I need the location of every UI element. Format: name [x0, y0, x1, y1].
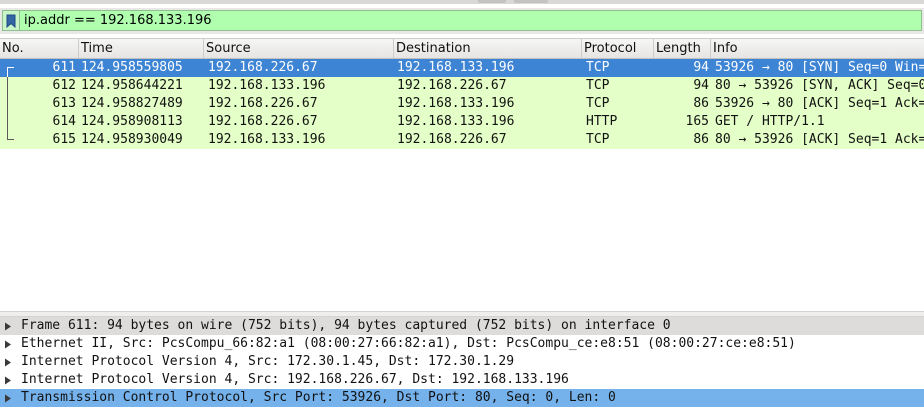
triangle-right-icon[interactable]: [2, 392, 14, 404]
detail-text: Frame 611: 94 bytes on wire (752 bits), …: [21, 318, 671, 333]
packet-length: 94: [693, 78, 709, 93]
column-header-length[interactable]: Length: [654, 39, 711, 58]
column-header-source[interactable]: Source: [204, 39, 394, 58]
detail-row-ipv4-inner[interactable]: Internet Protocol Version 4, Src: 192.16…: [0, 371, 924, 389]
packet-protocol: TCP: [586, 96, 610, 111]
packet-protocol: HTTP: [586, 114, 618, 129]
toolbar-button-edge: [514, 0, 548, 3]
toolbar-button-edge: [478, 0, 506, 3]
packet-info: GET / HTTP/1.1: [715, 114, 825, 129]
detail-text: Internet Protocol Version 4, Src: 172.30…: [21, 354, 515, 369]
packet-list: 611 124.958559805 192.168.226.67 192.168…: [0, 59, 924, 311]
packet-length: 86: [693, 132, 709, 147]
detail-text: Internet Protocol Version 4, Src: 192.16…: [21, 372, 569, 387]
packet-time: 124.958930049: [81, 132, 183, 147]
packet-source: 192.168.133.196: [208, 132, 326, 147]
column-header-time[interactable]: Time: [79, 39, 204, 58]
packet-row-selected[interactable]: 611 124.958559805 192.168.226.67 192.168…: [0, 59, 924, 77]
packet-protocol: TCP: [586, 60, 610, 75]
packet-protocol: TCP: [586, 132, 610, 147]
packet-no: 614: [52, 114, 76, 129]
conversation-tree-line: [7, 67, 14, 68]
triangle-right-icon[interactable]: [2, 338, 14, 350]
packet-length: 94: [693, 60, 709, 75]
packet-row[interactable]: 613 124.958827489 192.168.226.67 192.168…: [0, 95, 924, 113]
triangle-right-icon[interactable]: [2, 374, 14, 386]
packet-destination: 192.168.133.196: [397, 114, 515, 129]
packet-row[interactable]: 612 124.958644221 192.168.133.196 192.16…: [0, 77, 924, 95]
column-header-protocol[interactable]: Protocol: [582, 39, 654, 58]
triangle-right-icon[interactable]: [2, 356, 14, 368]
packet-source: 192.168.226.67: [208, 96, 318, 111]
packet-length: 165: [685, 114, 709, 129]
conversation-tree-line: [7, 95, 8, 113]
conversation-tree-line: [7, 77, 8, 95]
conversation-tree-line: [7, 67, 8, 77]
packet-info: 53926 → 80 [ACK] Seq=1 Ack=1: [715, 96, 924, 111]
packet-time: 124.958644221: [81, 78, 183, 93]
packet-info: 80 → 53926 [SYN, ACK] Seq=0 Ack=1: [715, 78, 924, 93]
packet-destination: 192.168.133.196: [397, 96, 515, 111]
packet-row[interactable]: 615 124.958930049 192.168.133.196 192.16…: [0, 131, 924, 149]
packet-row[interactable]: 614 124.958908113 192.168.226.67 192.168…: [0, 113, 924, 131]
packet-info: 53926 → 80 [SYN] Seq=0 Win=29200 Len=0: [715, 60, 924, 75]
packet-destination: 192.168.226.67: [397, 78, 507, 93]
detail-row-frame[interactable]: Frame 611: 94 bytes on wire (752 bits), …: [0, 317, 924, 335]
detail-row-ethernet[interactable]: Ethernet II, Src: PcsCompu_66:82:a1 (08:…: [0, 335, 924, 353]
detail-text: Ethernet II, Src: PcsCompu_66:82:a1 (08:…: [21, 336, 796, 351]
packet-source: 192.168.226.67: [208, 114, 318, 129]
packet-destination: 192.168.133.196: [397, 60, 515, 75]
conversation-tree-line: [7, 139, 14, 140]
triangle-right-icon[interactable]: [2, 320, 14, 332]
column-header-info[interactable]: Info: [711, 39, 924, 58]
packet-no: 611: [52, 60, 76, 75]
window-top-edge: [0, 0, 924, 4]
detail-text: Transmission Control Protocol, Src Port:…: [21, 390, 616, 405]
bookmark-icon[interactable]: [3, 11, 20, 30]
packet-protocol: TCP: [586, 78, 610, 93]
packet-no: 613: [52, 96, 76, 111]
packet-list-header: No. Time Source Destination Protocol Len…: [0, 38, 924, 59]
packet-no: 615: [52, 132, 76, 147]
packet-info: 80 → 53926 [ACK] Seq=1 Ack=80: [715, 132, 924, 147]
detail-row-ipv4-outer[interactable]: Internet Protocol Version 4, Src: 172.30…: [0, 353, 924, 371]
conversation-tree-line: [7, 113, 8, 131]
packet-destination: 192.168.226.67: [397, 132, 507, 147]
packet-length: 86: [693, 96, 709, 111]
packet-time: 124.958559805: [81, 60, 183, 75]
packet-source: 192.168.133.196: [208, 78, 326, 93]
packet-source: 192.168.226.67: [208, 60, 318, 75]
detail-row-tcp[interactable]: Transmission Control Protocol, Src Port:…: [0, 389, 924, 407]
column-header-no[interactable]: No.: [0, 39, 79, 58]
display-filter-field: [2, 10, 922, 31]
display-filter-toolbar: [0, 8, 924, 34]
packet-time: 124.958827489: [81, 96, 183, 111]
column-header-destination[interactable]: Destination: [394, 39, 582, 58]
packet-time: 124.958908113: [81, 114, 183, 129]
packet-details-pane: Frame 611: 94 bytes on wire (752 bits), …: [0, 317, 924, 414]
display-filter-input[interactable]: [20, 11, 904, 30]
packet-no: 612: [52, 78, 76, 93]
